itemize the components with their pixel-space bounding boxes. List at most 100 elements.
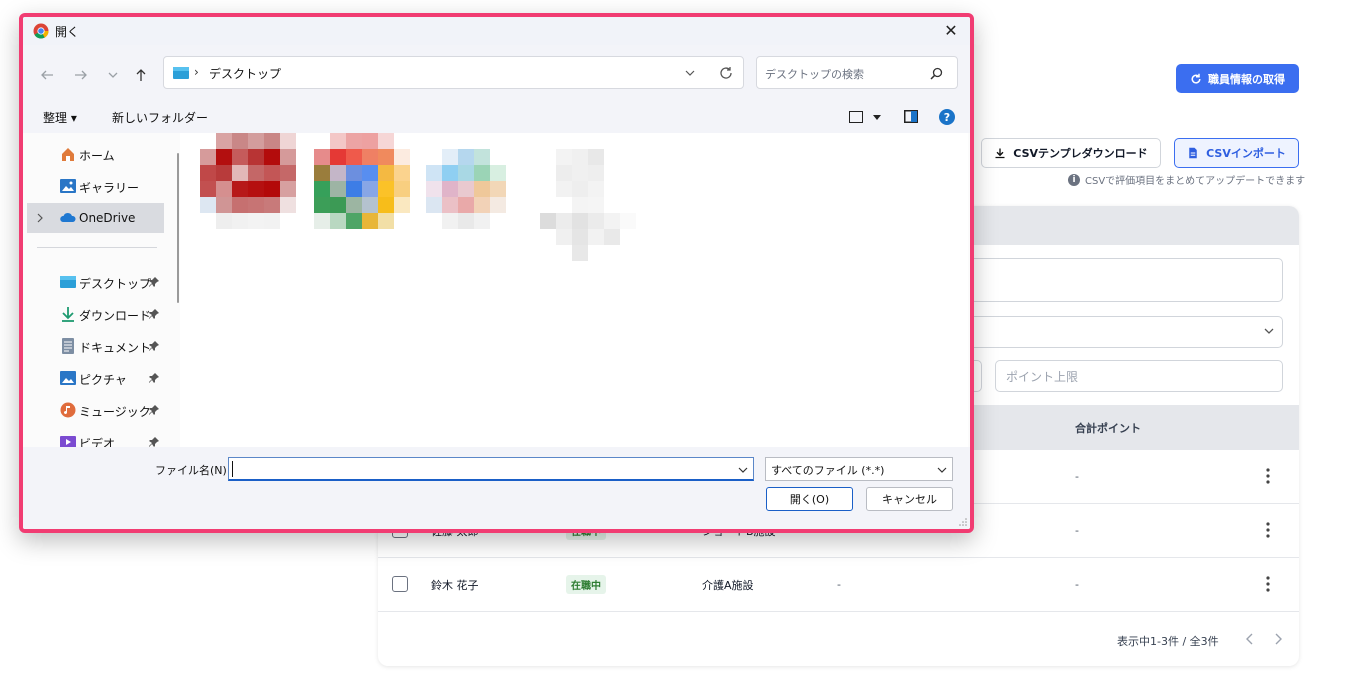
sidebar-item-label: ホーム bbox=[79, 149, 115, 163]
csv-note-text: CSVで評価項目をまとめてアップデートできます bbox=[1085, 176, 1306, 187]
desktop-folder-icon bbox=[173, 67, 189, 79]
onedrive-icon bbox=[60, 212, 76, 222]
pin-icon[interactable] bbox=[149, 373, 159, 383]
csv-note: i CSVで評価項目をまとめてアップデートできます bbox=[1068, 172, 1305, 187]
status-badge: 在職中 bbox=[566, 575, 606, 594]
music-icon bbox=[60, 402, 76, 418]
file-thumbnail[interactable] bbox=[200, 133, 296, 229]
fetch-staff-label: 職員情報の取得 bbox=[1208, 72, 1285, 86]
forward-button[interactable] bbox=[71, 65, 91, 85]
pin-icon[interactable] bbox=[149, 341, 159, 351]
close-icon: ✕ bbox=[944, 20, 958, 40]
file-thumbnail[interactable] bbox=[314, 133, 410, 229]
search-placeholder: デスクトップの検索 bbox=[765, 68, 864, 81]
pin-icon[interactable] bbox=[149, 437, 159, 447]
chevron-down-icon bbox=[108, 72, 118, 78]
sidebar-scrollbar[interactable] bbox=[177, 153, 179, 303]
file-thumbnail[interactable] bbox=[426, 149, 506, 229]
chevron-down-icon[interactable] bbox=[685, 68, 695, 78]
search-icon bbox=[930, 67, 943, 80]
file-thumbnail[interactable] bbox=[540, 149, 636, 261]
table-row: 鈴木 花子 在職中 介護A施設 - - bbox=[378, 558, 1299, 612]
sidebar-divider bbox=[37, 247, 157, 248]
file-open-dialog: 開く ✕ › デスクトップ デスクトップの検索 整理 ▾ 新しいフォルダー ? … bbox=[19, 13, 974, 533]
filename-label: ファイル名(N): bbox=[155, 464, 231, 477]
sidebar-item-label: ドキュメント bbox=[79, 341, 152, 355]
search-input[interactable]: デスクトップの検索 bbox=[756, 56, 958, 89]
row-facility: 介護A施設 bbox=[702, 579, 754, 592]
sidebar-item-label: ビデオ bbox=[79, 437, 116, 447]
row-total: - bbox=[1075, 524, 1079, 537]
view-dropdown-icon[interactable] bbox=[873, 113, 881, 121]
back-button[interactable] bbox=[37, 65, 57, 85]
arrow-up-icon bbox=[136, 69, 146, 81]
view-icon[interactable] bbox=[849, 111, 863, 123]
chevron-right-icon[interactable] bbox=[1273, 633, 1283, 645]
chevron-down-icon bbox=[937, 467, 947, 473]
sidebar-item-documents[interactable]: ドキュメント bbox=[27, 331, 164, 361]
help-icon[interactable]: ? bbox=[939, 109, 955, 125]
cancel-button[interactable]: キャンセル bbox=[866, 487, 953, 511]
sidebar-item-home[interactable]: ホーム bbox=[27, 139, 164, 169]
row-total: - bbox=[1075, 470, 1079, 483]
preview-pane-icon[interactable] bbox=[904, 110, 918, 123]
sidebar-item-music[interactable]: ミュージック bbox=[27, 395, 164, 425]
sidebar-item-pictures[interactable]: ピクチャ bbox=[27, 363, 164, 393]
sidebar-item-videos[interactable]: ビデオ bbox=[27, 427, 164, 447]
resize-grip-icon[interactable] bbox=[959, 518, 967, 526]
row-points: - bbox=[837, 578, 841, 591]
pictures-icon bbox=[60, 371, 76, 385]
text-caret bbox=[232, 461, 233, 477]
point-max-input[interactable]: ポイント上限 bbox=[995, 360, 1283, 392]
chevron-right-icon[interactable] bbox=[36, 213, 44, 223]
file-list bbox=[180, 133, 968, 447]
desktop-icon bbox=[60, 276, 76, 288]
info-icon: i bbox=[1068, 173, 1080, 186]
pagination-info: 表示中1-3件 / 全3件 bbox=[1117, 635, 1219, 648]
filetype-select[interactable]: すべてのファイル (*.*) bbox=[765, 457, 953, 481]
chevron-left-icon[interactable] bbox=[1245, 633, 1255, 645]
sidebar-item-gallery[interactable]: ギャラリー bbox=[27, 171, 164, 201]
address-bar[interactable]: › デスクトップ bbox=[163, 56, 744, 89]
header-total-points: 合計ポイント bbox=[1075, 422, 1141, 435]
sidebar-item-downloads[interactable]: ダウンロード bbox=[27, 299, 164, 329]
recent-locations-button[interactable] bbox=[103, 65, 123, 85]
refresh-icon bbox=[1191, 73, 1201, 84]
close-button[interactable]: ✕ bbox=[940, 20, 962, 40]
pin-icon[interactable] bbox=[149, 309, 159, 319]
file-icon bbox=[1189, 147, 1197, 159]
more-vertical-icon[interactable] bbox=[1266, 522, 1270, 538]
filename-input[interactable] bbox=[228, 457, 754, 481]
breadcrumb-desktop[interactable]: デスクトップ bbox=[209, 65, 281, 82]
sidebar-item-label: OneDrive bbox=[79, 211, 136, 225]
document-icon bbox=[62, 338, 74, 354]
dialog-titlebar bbox=[23, 17, 970, 45]
sidebar-item-label: ピクチャ bbox=[79, 373, 127, 387]
pin-icon[interactable] bbox=[149, 277, 159, 287]
navigation-pane: ホーム ギャラリー OneDrive デスクトップ ダウンロード ドキュメント bbox=[27, 133, 179, 447]
csv-template-download-button[interactable]: CSVテンプレダウンロード bbox=[981, 138, 1161, 168]
sidebar-item-label: ダウンロード bbox=[79, 309, 152, 323]
chevron-down-icon bbox=[1264, 328, 1274, 334]
fetch-staff-button[interactable]: 職員情報の取得 bbox=[1176, 64, 1299, 93]
dialog-title: 開く bbox=[55, 25, 80, 39]
pin-icon[interactable] bbox=[149, 405, 159, 415]
sidebar-item-onedrive[interactable]: OneDrive bbox=[27, 203, 164, 233]
refresh-icon[interactable] bbox=[719, 66, 733, 80]
sidebar-item-desktop[interactable]: デスクトップ bbox=[27, 267, 164, 297]
home-icon bbox=[62, 148, 74, 161]
open-button[interactable]: 開く(O) bbox=[766, 487, 853, 511]
organize-label: 整理 ▾ bbox=[43, 111, 77, 125]
sidebar-item-label: ギャラリー bbox=[79, 181, 140, 195]
search-filter-input[interactable] bbox=[958, 258, 1283, 302]
more-vertical-icon[interactable] bbox=[1266, 468, 1270, 484]
more-vertical-icon[interactable] bbox=[1266, 576, 1270, 592]
chevron-down-icon[interactable] bbox=[738, 465, 748, 475]
row-checkbox[interactable] bbox=[392, 576, 408, 592]
new-folder-button[interactable]: 新しいフォルダー bbox=[112, 109, 208, 126]
organize-button[interactable]: 整理 ▾ bbox=[43, 109, 77, 126]
up-button[interactable] bbox=[131, 65, 151, 85]
csv-import-button[interactable]: CSVインポート bbox=[1174, 138, 1299, 168]
filter-select[interactable] bbox=[958, 316, 1283, 348]
sidebar-item-label: デスクトップ bbox=[79, 277, 152, 291]
